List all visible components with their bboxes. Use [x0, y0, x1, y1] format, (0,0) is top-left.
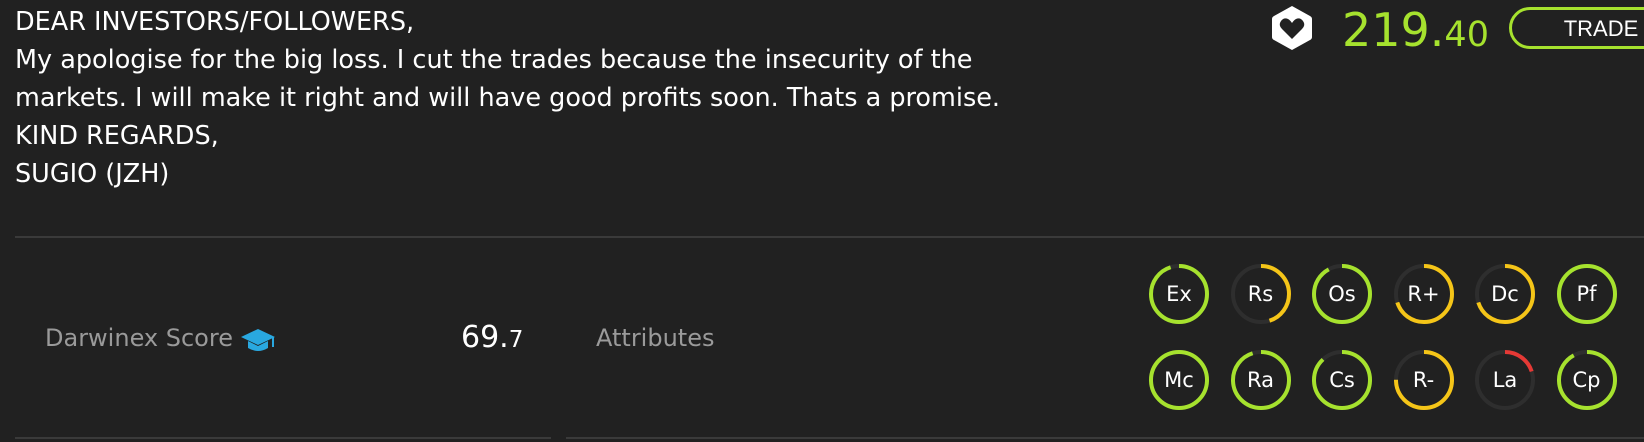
attribute-badge-cs[interactable]: Cs: [1310, 348, 1374, 412]
attribute-badge-label: La: [1492, 368, 1518, 392]
section-divider: [15, 437, 551, 439]
attribute-badge-label: Ra: [1247, 368, 1274, 392]
message-line: KIND REGARDS,: [15, 121, 219, 151]
price-display: 219.40: [1342, 0, 1489, 60]
attribute-badge-label: Dc: [1491, 282, 1519, 306]
attribute-badge-la[interactable]: La: [1473, 348, 1537, 412]
attribute-badges: Ex Rs Os R+ Dc Pf Mc Ra Cs R- La Cp: [1147, 262, 1644, 442]
score-integer: 69.: [461, 320, 509, 355]
attribute-badge-label: Cs: [1329, 368, 1355, 392]
message-line: My apologise for the big loss. I cut the…: [15, 45, 973, 75]
attribute-badge-rs[interactable]: Rs: [1229, 262, 1293, 326]
attribute-badge-label: Os: [1328, 282, 1356, 306]
score-decimal: 7: [508, 327, 524, 353]
attribute-badge-mc[interactable]: Mc: [1147, 348, 1211, 412]
section-divider: [15, 236, 1644, 238]
heart-hexagon-icon[interactable]: [1270, 4, 1314, 52]
message-line: SUGIO (JZH): [15, 159, 170, 189]
attribute-badge-label: Mc: [1164, 368, 1194, 392]
darwinex-score-label: Darwinex Score: [45, 324, 233, 352]
attribute-badge-rplus[interactable]: R+: [1392, 262, 1456, 326]
message-line: DEAR INVESTORS/FOLLOWERS,: [15, 7, 415, 37]
attribute-badge-label: R-: [1412, 368, 1435, 392]
attribute-badge-dc[interactable]: Dc: [1473, 262, 1537, 326]
attribute-badge-pf[interactable]: Pf: [1555, 262, 1619, 326]
strategy-message: DEAR INVESTORS/FOLLOWERS, My apologise f…: [15, 3, 1165, 193]
attribute-badge-rminus[interactable]: R-: [1392, 348, 1456, 412]
attribute-badge-ex[interactable]: Ex: [1147, 262, 1211, 326]
attribute-badge-label: Ex: [1166, 282, 1192, 306]
attribute-badge-ra[interactable]: Ra: [1229, 348, 1293, 412]
attributes-label: Attributes: [596, 324, 715, 352]
graduation-cap-icon[interactable]: [240, 326, 276, 354]
attribute-badge-label: Cp: [1572, 368, 1601, 392]
price-integer: 219.: [1342, 3, 1445, 57]
section-divider: [566, 437, 1644, 439]
attribute-badge-label: Pf: [1576, 282, 1597, 306]
attribute-badge-label: Rs: [1247, 282, 1274, 306]
attribute-badge-cp[interactable]: Cp: [1555, 348, 1619, 412]
price-decimal: 40: [1444, 15, 1489, 55]
attribute-badge-label: R+: [1407, 282, 1440, 306]
attribute-badge-os[interactable]: Os: [1310, 262, 1374, 326]
trade-button[interactable]: TRADE: [1509, 7, 1644, 49]
darwinex-score-value: 69.7: [461, 318, 523, 362]
message-line: markets. I will make it right and will h…: [15, 83, 1001, 113]
